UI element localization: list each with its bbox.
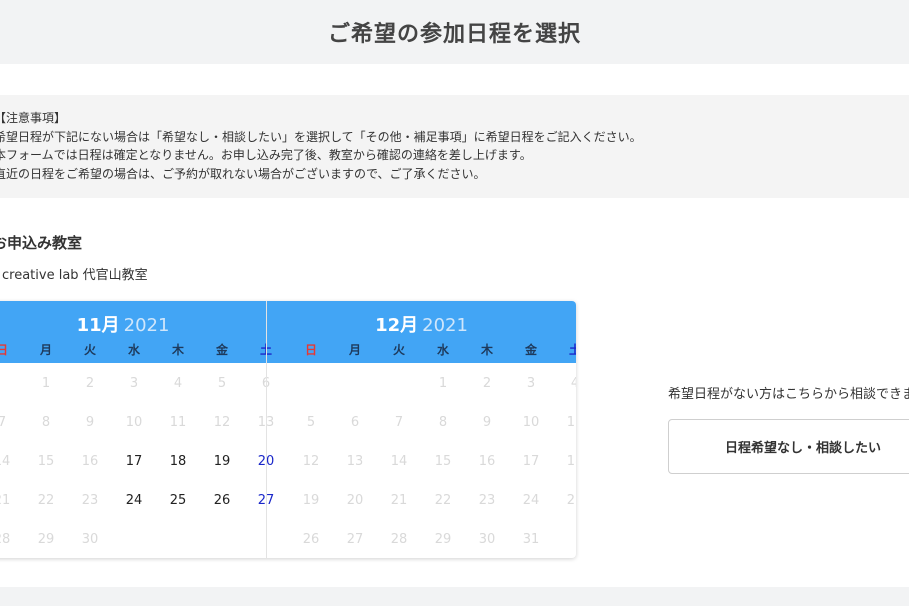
calendar-month-november: 11月2021 日月火水木金土1234567891011121314151617…	[0, 301, 274, 558]
notice-line: 【注意事項】	[0, 111, 67, 125]
calendar-day-unavailable: 10	[125, 415, 143, 430]
month-name: 12月	[375, 315, 419, 336]
weekday-label: 火	[83, 343, 96, 357]
calendar-day-available[interactable]: 25	[156, 493, 200, 508]
calendar-day-unavailable: 13	[346, 454, 364, 469]
calendar-day-unavailable: 14	[0, 454, 11, 469]
calendar-day-available[interactable]: 17	[112, 454, 156, 469]
calendar-day-available[interactable]: 18	[156, 454, 200, 469]
weekday-label: 月	[39, 343, 52, 357]
calendar-day-unavailable: 12	[302, 454, 320, 469]
classroom-heading: お申込み教室	[0, 234, 83, 252]
calendar-day-unavailable: 20	[346, 493, 364, 508]
weekday-label: 日	[304, 343, 317, 357]
calendar-day-unavailable: 18	[566, 454, 576, 469]
classroom-name: creative lab 代官山教室	[2, 268, 148, 283]
month-title: 11月 2021	[0, 311, 266, 337]
calendar-day-unavailable: 3	[129, 376, 139, 391]
calendar-day-unavailable: 23	[81, 493, 99, 508]
calendar-day-unavailable: 14	[390, 454, 408, 469]
calendar-day-unavailable: 26	[302, 532, 320, 547]
calendar-day-unavailable: 6	[350, 415, 360, 430]
notice-line: 本フォームでは日程は確定となりません。お申し込み完了後、教室から確認の連絡を差し…	[0, 148, 532, 162]
calendar-day-unavailable: 27	[346, 532, 364, 547]
month-year: 2021	[422, 315, 468, 336]
weekday-label: 水	[127, 343, 140, 357]
calendar-day-unavailable: 29	[37, 532, 55, 547]
calendar-day-unavailable: 4	[570, 376, 576, 391]
calendar-day-unavailable: 7	[394, 415, 404, 430]
weekday-label: 金	[524, 343, 537, 357]
calendar-day-unavailable: 11	[169, 415, 187, 430]
calendar-day-unavailable: 1	[41, 376, 51, 391]
calendar-day-available[interactable]: 19	[200, 454, 244, 469]
calendar-day-unavailable: 23	[478, 493, 496, 508]
calendar-day-unavailable: 3	[526, 376, 536, 391]
calendar-day-unavailable: 29	[434, 532, 452, 547]
calendar-day-unavailable: 19	[302, 493, 320, 508]
date-picker-calendar: 11月2021 日月火水木金土1234567891011121314151617…	[0, 301, 576, 558]
weekday-label: 金	[215, 343, 228, 357]
calendar-day-unavailable: 15	[37, 454, 55, 469]
calendar-day-unavailable: 12	[213, 415, 231, 430]
calendar-day-unavailable: 28	[0, 532, 11, 547]
calendar-day-unavailable: 11	[566, 415, 576, 430]
calendar-day-unavailable: 10	[522, 415, 540, 430]
calendar-day-unavailable: 9	[85, 415, 95, 430]
calendar-day-unavailable: 7	[0, 415, 7, 430]
notice-line: 直近の日程をご希望の場合は、ご予約が取れない場合がございますので、ご了承ください…	[0, 166, 486, 181]
calendar-day-unavailable: 5	[217, 376, 227, 391]
calendar-day-unavailable: 4	[173, 376, 183, 391]
weekday-label: 日	[0, 343, 8, 357]
calendar-day-unavailable: 2	[482, 376, 492, 391]
consult-note: 希望日程がない方はこちらから相談できます	[668, 387, 909, 402]
calendar-day-unavailable: 5	[306, 415, 316, 430]
weekday-label: 木	[480, 343, 493, 357]
calendar-day-unavailable: 22	[37, 493, 55, 508]
calendar-day-unavailable: 15	[434, 454, 452, 469]
calendar-day-unavailable: 17	[522, 454, 540, 469]
page-title: ご希望の参加日程を選択	[327, 22, 581, 47]
weekday-label: 土	[568, 343, 576, 357]
calendar-day-unavailable: 21	[0, 493, 11, 508]
calendar-month-december: 12月2021 日月火水木金土1234567891011121314151617…	[266, 301, 576, 558]
weekday-label: 月	[348, 343, 361, 357]
month-year: 2021	[123, 315, 170, 336]
calendar-day-unavailable: 22	[434, 493, 452, 508]
calendar-day-unavailable: 9	[482, 415, 492, 430]
calendar-day-unavailable: 1	[438, 376, 448, 391]
calendar-day-unavailable: 8	[41, 415, 51, 430]
weekday-label: 火	[392, 343, 405, 357]
no-preference-consult-button[interactable]: 日程希望なし・相談したい	[668, 419, 909, 474]
calendar-day-available[interactable]: 24	[112, 493, 156, 508]
weekday-label: 木	[171, 343, 184, 357]
calendar-day-unavailable: 30	[81, 532, 99, 547]
calendar-day-unavailable: 25	[566, 493, 576, 508]
calendar-day-unavailable: 28	[390, 532, 408, 547]
calendar-day-unavailable: 2	[85, 376, 95, 391]
notice-line: 希望日程が下記にない場合は「希望なし・相談したい」を選択して「その他・補足事項」…	[0, 129, 642, 144]
calendar-day-unavailable: 16	[478, 454, 496, 469]
page-header: ご希望の参加日程を選択	[0, 0, 909, 64]
calendar-day-unavailable: 16	[81, 454, 99, 469]
calendar-day-unavailable: 8	[438, 415, 448, 430]
weekday-label: 水	[436, 343, 449, 357]
calendar-day-unavailable: 30	[478, 532, 496, 547]
notice-box: 【注意事項】 希望日程が下記にない場合は「希望なし・相談したい」を選択して「その…	[0, 95, 909, 198]
calendar-day-unavailable: 24	[522, 493, 540, 508]
calendar-day-unavailable: 21	[390, 493, 408, 508]
calendar-day-unavailable: 31	[522, 532, 540, 547]
month-title: 12月 2021	[267, 311, 576, 337]
footer-band	[0, 587, 909, 606]
calendar-day-available[interactable]: 26	[200, 493, 244, 508]
month-name: 11月	[76, 315, 120, 336]
